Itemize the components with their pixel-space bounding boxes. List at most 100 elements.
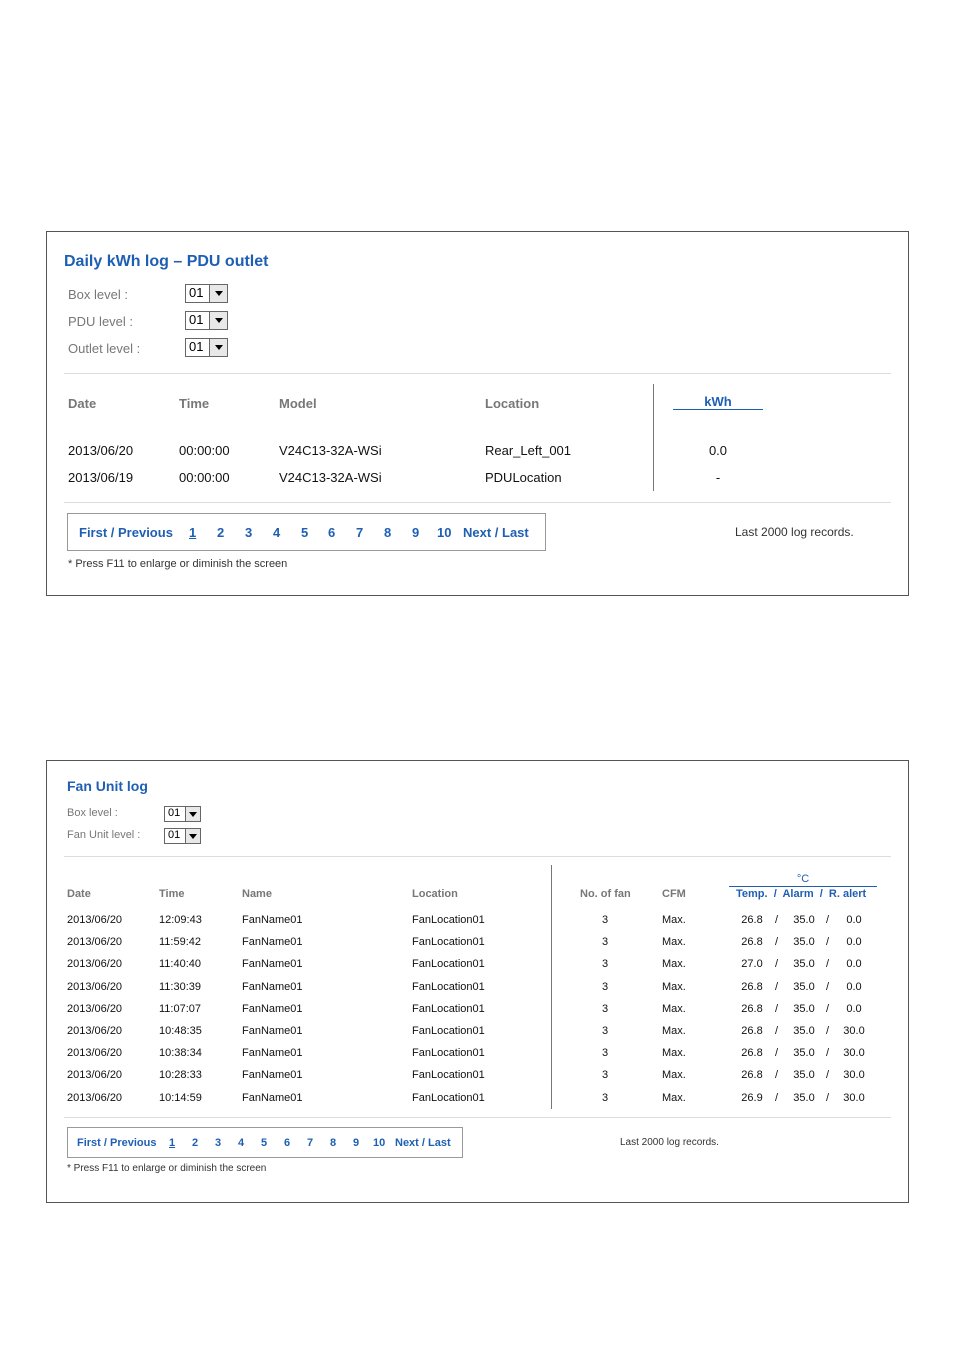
chevron-down-icon[interactable] xyxy=(209,285,227,302)
pagination: First / Previous 1 2 3 4 5 6 7 8 9 10 Ne… xyxy=(67,513,546,551)
box-level-select[interactable]: 01 xyxy=(185,284,228,303)
records-count: Last 2000 log records. xyxy=(620,1137,719,1148)
cell-ralert: 30.0 xyxy=(843,1069,865,1081)
cell-nofan: 3 xyxy=(601,981,609,993)
value-separator: / xyxy=(775,958,779,970)
first-previous-link[interactable]: First / Previous xyxy=(79,525,173,540)
cell-alarm: 35.0 xyxy=(793,1069,815,1081)
chevron-down-icon[interactable] xyxy=(209,312,227,329)
cell-alarm: 35.0 xyxy=(793,914,815,926)
page-link[interactable]: 8 xyxy=(330,1137,336,1149)
page-link[interactable]: 3 xyxy=(245,525,252,540)
box-level-select[interactable]: 01 xyxy=(164,806,201,822)
cell-alarm: 35.0 xyxy=(793,958,815,970)
column-divider xyxy=(653,384,654,491)
cell-alarm: 35.0 xyxy=(793,1092,815,1104)
cell-model: V24C13-32A-WSi xyxy=(279,443,382,458)
outlet-level-select[interactable]: 01 xyxy=(185,338,228,357)
page-link[interactable]: 10 xyxy=(373,1137,385,1149)
page-link[interactable]: 4 xyxy=(273,525,280,540)
cell-date: 2013/06/20 xyxy=(67,1003,123,1015)
cell-location: FanLocation01 xyxy=(412,958,485,970)
page-link[interactable]: 10 xyxy=(437,525,451,540)
cell-date: 2013/06/19 xyxy=(68,470,134,485)
cell-location: FanLocation01 xyxy=(412,936,485,948)
col-model-header: Model xyxy=(279,396,317,411)
cell-date: 2013/06/20 xyxy=(67,1092,123,1104)
cell-location: FanLocation01 xyxy=(412,1069,485,1081)
col-time-header: Time xyxy=(179,396,210,411)
cell-date: 2013/06/20 xyxy=(67,914,123,926)
cell-temp: 26.8 xyxy=(741,981,763,993)
next-last-link[interactable]: Next / Last xyxy=(463,525,529,540)
page-link[interactable]: 9 xyxy=(412,525,419,540)
value-separator: / xyxy=(775,936,779,948)
fan-unit-level-select[interactable]: 01 xyxy=(164,828,201,844)
chevron-down-icon[interactable] xyxy=(209,339,227,356)
page-link[interactable]: 3 xyxy=(215,1137,221,1149)
cell-alarm: 35.0 xyxy=(793,1003,815,1015)
outlet-level-value: 01 xyxy=(189,339,204,354)
cell-date: 2013/06/20 xyxy=(67,1047,123,1059)
page-link[interactable]: 2 xyxy=(217,525,224,540)
cell-date: 2013/06/20 xyxy=(67,936,123,948)
col-location-header: Location xyxy=(485,396,540,411)
page-link[interactable]: 7 xyxy=(356,525,363,540)
cell-nofan: 3 xyxy=(601,914,609,926)
cell-cfm: Max. xyxy=(662,1025,686,1037)
pdu-level-select[interactable]: 01 xyxy=(185,311,228,330)
page-link[interactable]: 5 xyxy=(261,1137,267,1149)
cell-nofan: 3 xyxy=(601,1069,609,1081)
cell-model: V24C13-32A-WSi xyxy=(279,470,382,485)
chevron-down-icon[interactable] xyxy=(185,807,200,821)
cell-location: FanLocation01 xyxy=(412,914,485,926)
cell-time: 11:59:42 xyxy=(159,936,202,948)
value-separator: / xyxy=(775,981,779,993)
cell-temp: 26.8 xyxy=(741,936,763,948)
cell-date: 2013/06/20 xyxy=(67,958,123,970)
page-link[interactable]: 2 xyxy=(192,1137,198,1149)
cell-location: FanLocation01 xyxy=(412,1092,485,1104)
col-temp-alarm-ralert-header[interactable]: Temp. / Alarm / R. alert xyxy=(736,888,866,900)
page-link[interactable]: 9 xyxy=(353,1137,359,1149)
cell-ralert: 0.0 xyxy=(846,936,862,948)
cell-time: 10:48:35 xyxy=(159,1025,202,1037)
cell-ralert: 0.0 xyxy=(846,981,862,993)
cell-name: FanName01 xyxy=(242,914,303,926)
page-link[interactable]: 4 xyxy=(238,1137,244,1149)
value-separator: / xyxy=(826,1025,830,1037)
cell-location: FanLocation01 xyxy=(412,1047,485,1059)
cell-time: 12:09:43 xyxy=(159,914,202,926)
box-level-label: Box level : xyxy=(68,287,128,302)
column-divider xyxy=(551,865,552,1109)
page-link[interactable]: 5 xyxy=(301,525,308,540)
chevron-down-icon[interactable] xyxy=(185,829,200,843)
cell-cfm: Max. xyxy=(662,958,686,970)
fan-unit-log-panel: Fan Unit log Box level : 01 Fan Unit lev… xyxy=(46,760,909,1203)
page-link[interactable]: 1 xyxy=(189,525,196,540)
cell-kwh: - xyxy=(715,470,721,485)
value-separator: / xyxy=(826,958,830,970)
divider xyxy=(64,1117,891,1118)
cell-location: FanLocation01 xyxy=(412,1025,485,1037)
page-link[interactable]: 7 xyxy=(307,1137,313,1149)
cell-cfm: Max. xyxy=(662,936,686,948)
page-link[interactable]: 6 xyxy=(284,1137,290,1149)
cell-cfm: Max. xyxy=(662,1092,686,1104)
page-link[interactable]: 8 xyxy=(384,525,391,540)
value-separator: / xyxy=(826,981,830,993)
col-no-of-fan-header: No. of fan xyxy=(580,888,631,900)
cell-location: Rear_Left_001 xyxy=(485,443,572,458)
kwh-header-underline xyxy=(673,409,763,410)
next-last-link[interactable]: Next / Last xyxy=(395,1137,451,1149)
col-kwh-header[interactable]: kWh xyxy=(673,394,763,409)
value-separator: / xyxy=(775,1092,779,1104)
page-link[interactable]: 1 xyxy=(169,1137,175,1149)
cell-temp: 26.8 xyxy=(741,1047,763,1059)
value-separator: / xyxy=(826,1069,830,1081)
cell-ralert: 0.0 xyxy=(846,914,862,926)
value-separator: / xyxy=(775,914,779,926)
first-previous-link[interactable]: First / Previous xyxy=(77,1137,156,1149)
fan-unit-level-label: Fan Unit level : xyxy=(67,829,141,841)
page-link[interactable]: 6 xyxy=(328,525,335,540)
